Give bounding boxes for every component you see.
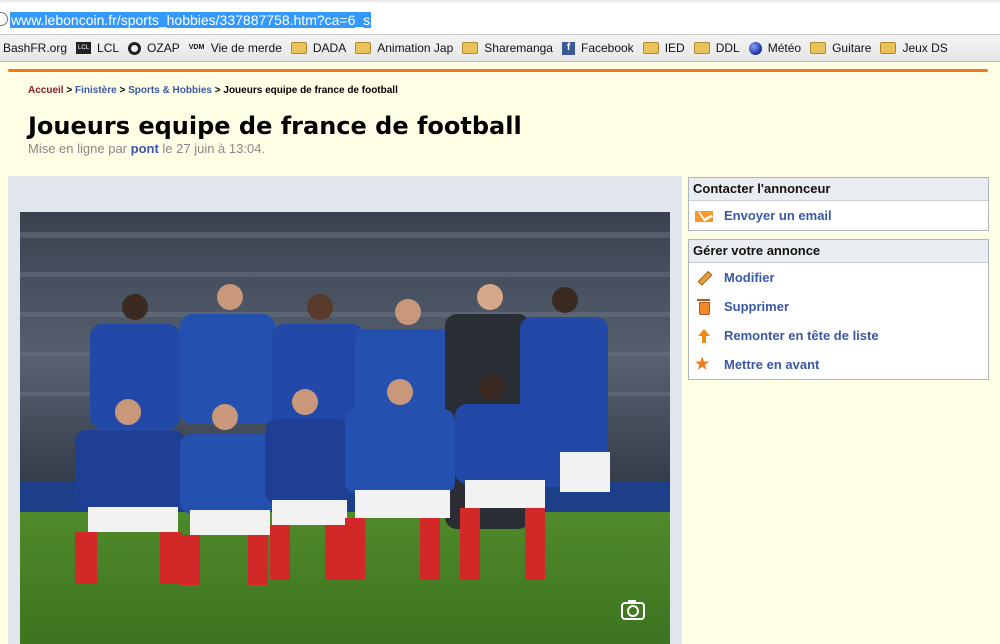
posted-info: Mise en ligne par pont le 27 juin à 13:0… bbox=[28, 141, 265, 156]
arrow-up-icon bbox=[695, 328, 713, 344]
breadcrumb-separator: > bbox=[119, 85, 126, 96]
bump-ad-label: Remonter en tête de liste bbox=[724, 328, 879, 343]
folder-icon bbox=[462, 42, 479, 54]
header-divider bbox=[8, 69, 988, 72]
contact-box: Contacter l'annonceur Envoyer un email bbox=[688, 177, 989, 231]
manage-box-header: Gérer votre annonce bbox=[689, 240, 988, 263]
bookmark-dada[interactable]: DADA bbox=[290, 41, 347, 55]
bookmark-lcl[interactable]: LCL LCL bbox=[76, 41, 119, 55]
address-bar[interactable]: www.leboncoin.fr/sports_hobbies/33788775… bbox=[0, 0, 1000, 35]
bookmark-sharemanga[interactable]: Sharemanga bbox=[462, 41, 553, 55]
lcl-icon: LCL bbox=[76, 42, 92, 54]
bookmark-meteo[interactable]: Météo bbox=[748, 41, 802, 55]
send-email-link[interactable]: Envoyer un email bbox=[689, 201, 988, 230]
ad-photo[interactable] bbox=[20, 212, 670, 644]
bookmark-label: Animation Jap bbox=[377, 41, 454, 55]
star-icon: ★ bbox=[695, 355, 710, 373]
vdm-icon: VDM bbox=[188, 44, 205, 51]
feature-ad-label: Mettre en avant bbox=[724, 357, 820, 372]
envelope-icon bbox=[695, 211, 713, 222]
trash-icon bbox=[695, 298, 713, 315]
bookmark-label: BashFR.org bbox=[3, 41, 68, 55]
breadcrumb-home[interactable]: Accueil bbox=[28, 85, 64, 96]
bookmark-guitare[interactable]: Guitare bbox=[810, 41, 871, 55]
folder-icon bbox=[810, 42, 827, 54]
team-photo-image bbox=[20, 212, 670, 644]
manage-ad-box: Gérer votre annonce Modifier Supprimer R… bbox=[688, 239, 989, 380]
edit-ad-link[interactable]: Modifier bbox=[689, 263, 988, 292]
bookmark-label: DADA bbox=[312, 41, 347, 55]
pencil-icon bbox=[692, 265, 716, 289]
bookmark-jeux-ds[interactable]: Jeux DS bbox=[880, 41, 948, 55]
url-text[interactable]: www.leboncoin.fr/sports_hobbies/33788775… bbox=[10, 12, 372, 28]
meteo-icon bbox=[748, 41, 762, 55]
contact-box-header: Contacter l'annonceur bbox=[689, 178, 988, 201]
breadcrumb-current: Joueurs equipe de france de football bbox=[223, 85, 398, 96]
breadcrumb-separator: > bbox=[66, 85, 73, 96]
bookmark-vie-de-merde[interactable]: VDM Vie de merde bbox=[189, 41, 282, 55]
folder-icon bbox=[693, 42, 710, 54]
bookmark-label: Jeux DS bbox=[902, 41, 948, 55]
bookmark-facebook[interactable]: f Facebook bbox=[561, 41, 634, 55]
breadcrumb: Accueil > Finistère > Sports & Hobbies >… bbox=[28, 85, 398, 96]
posted-date: le 27 juin à 13:04. bbox=[162, 141, 266, 156]
send-email-label: Envoyer un email bbox=[724, 208, 832, 223]
delete-ad-link[interactable]: Supprimer bbox=[689, 292, 988, 321]
bookmarks-bar: BashFR.org LCL LCL OZAP VDM Vie de merde D… bbox=[0, 35, 1000, 62]
folder-icon bbox=[355, 42, 372, 54]
zoom-camera-icon[interactable] bbox=[620, 598, 648, 622]
feature-ad-link[interactable]: ★ Mettre en avant bbox=[689, 350, 988, 379]
globe-icon bbox=[0, 12, 8, 26]
bookmark-label: Météo bbox=[767, 41, 802, 55]
breadcrumb-region[interactable]: Finistère bbox=[75, 85, 117, 96]
author-link[interactable]: pont bbox=[131, 141, 159, 156]
bookmark-label: Guitare bbox=[832, 41, 872, 55]
folder-icon bbox=[642, 42, 659, 54]
bookmark-label: Vie de merde bbox=[210, 41, 282, 55]
bookmark-ied[interactable]: IED bbox=[642, 41, 685, 55]
bookmark-label: Facebook bbox=[580, 41, 634, 55]
folder-icon bbox=[880, 42, 897, 54]
posted-prefix: Mise en ligne par bbox=[28, 141, 127, 156]
breadcrumb-category[interactable]: Sports & Hobbies bbox=[128, 85, 212, 96]
window-frame-edge bbox=[0, 0, 1000, 4]
folder-icon bbox=[290, 42, 307, 54]
delete-ad-label: Supprimer bbox=[724, 299, 790, 314]
bookmark-animation-jap[interactable]: Animation Jap bbox=[355, 41, 453, 55]
bookmark-ozap[interactable]: OZAP bbox=[128, 41, 180, 55]
bookmark-label: OZAP bbox=[147, 41, 180, 55]
ozap-icon bbox=[128, 41, 142, 55]
bookmark-label: Sharemanga bbox=[484, 41, 553, 55]
bookmark-label: IED bbox=[664, 41, 685, 55]
bookmark-label: LCL bbox=[97, 41, 120, 55]
bookmark-ddl[interactable]: DDL bbox=[693, 41, 740, 55]
page-title: Joueurs equipe de france de football bbox=[28, 112, 522, 140]
breadcrumb-separator: > bbox=[214, 85, 221, 96]
bump-ad-link[interactable]: Remonter en tête de liste bbox=[689, 321, 988, 350]
facebook-icon: f bbox=[561, 41, 575, 55]
bookmark-bashfr[interactable]: BashFR.org bbox=[3, 41, 67, 55]
edit-ad-label: Modifier bbox=[724, 270, 775, 285]
bookmark-label: DDL bbox=[715, 41, 740, 55]
